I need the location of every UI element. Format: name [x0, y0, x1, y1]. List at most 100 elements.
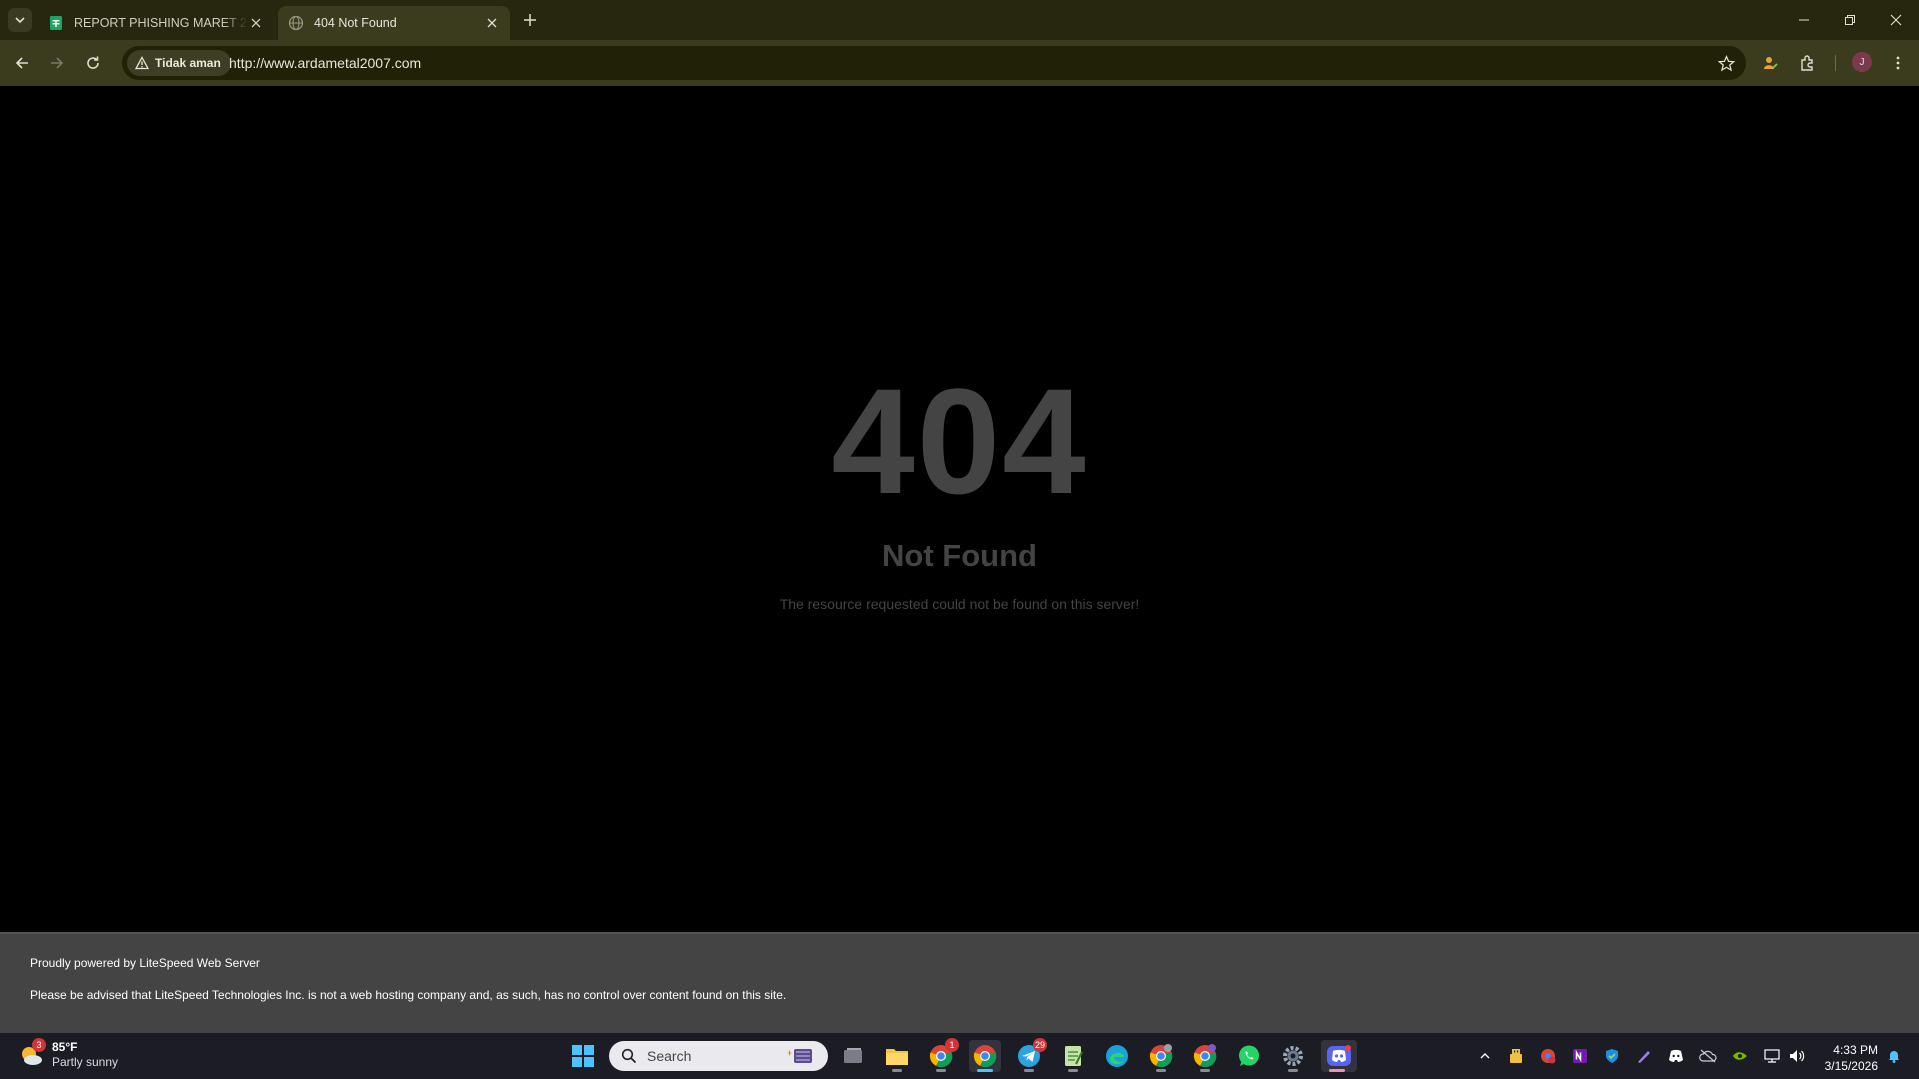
tray-onenote[interactable]	[1570, 1046, 1590, 1066]
plus-icon	[524, 14, 536, 26]
nvidia-icon	[1733, 1052, 1747, 1060]
chevron-down-icon	[15, 17, 25, 24]
minimize-icon	[1799, 19, 1809, 21]
back-button[interactable]	[8, 49, 36, 77]
tray-network[interactable]	[1762, 1046, 1782, 1066]
server-footer: Proudly powered by LiteSpeed Web Server …	[0, 932, 1919, 1033]
task-view-icon	[844, 1048, 862, 1063]
shield-icon	[1606, 1049, 1618, 1063]
whatsapp-icon	[1239, 1045, 1259, 1066]
close-icon[interactable]	[484, 15, 500, 31]
url-text[interactable]: http://www.ardametal2007.com	[229, 55, 421, 71]
close-icon[interactable]	[248, 15, 264, 31]
taskbar: 3 85°F Partly sunny Search 1 29 4:33 PM …	[0, 1033, 1919, 1079]
restore-icon	[1845, 15, 1855, 25]
tray-volume[interactable]	[1787, 1046, 1807, 1066]
address-bar[interactable]: Tidak aman http://www.ardametal2007.com	[122, 46, 1746, 80]
active-indicator	[977, 1069, 993, 1072]
clock-date: 3/15/2026	[1824, 1059, 1878, 1073]
tray-overflow-button[interactable]	[1475, 1046, 1495, 1066]
notification-badge: 29	[1032, 1038, 1047, 1052]
running-indicator	[1024, 1069, 1034, 1072]
extension-button[interactable]	[1758, 51, 1782, 75]
extensions-button[interactable]	[1796, 51, 1820, 75]
search-placeholder: Search	[647, 1048, 692, 1064]
taskbar-clock[interactable]: 4:33 PM 3/15/2026	[1814, 1042, 1878, 1074]
page-content: 404 Not Found The resource requested cou…	[0, 86, 1919, 932]
toolbar-divider	[1835, 55, 1836, 71]
security-label: Tidak aman	[155, 56, 221, 70]
taskbar-search[interactable]: Search	[609, 1041, 828, 1071]
restore-button[interactable]	[1827, 0, 1873, 40]
speaker-icon	[1790, 1050, 1805, 1062]
running-indicator	[1156, 1069, 1166, 1072]
tab-report-phishing[interactable]: REPORT PHISHING MARET 2026	[38, 6, 274, 40]
active-indicator	[1329, 1069, 1345, 1072]
weather-badge: 3	[32, 1038, 46, 1052]
taskbar-app-settings[interactable]	[1277, 1040, 1309, 1072]
notification-badge: 1	[945, 1038, 959, 1052]
footer-disclaimer: Please be advised that LiteSpeed Technol…	[30, 988, 787, 1002]
close-icon	[1890, 14, 1902, 26]
task-view-button[interactable]	[837, 1040, 869, 1072]
chrome-icon	[973, 1045, 997, 1068]
star-icon	[1717, 54, 1735, 71]
tray-onedrive[interactable]	[1698, 1046, 1718, 1066]
tab-404-not-found[interactable]: 404 Not Found	[278, 6, 510, 40]
weather-icon: 3	[18, 1038, 46, 1068]
weather-widget[interactable]: 3 85°F Partly sunny	[18, 1038, 118, 1070]
edge-icon	[1106, 1045, 1128, 1067]
browser-titlebar: REPORT PHISHING MARET 2026 404 Not Found	[0, 0, 1919, 40]
taskbar-app-chrome-profile-3[interactable]	[1189, 1040, 1221, 1072]
error-code: 404	[831, 357, 1088, 525]
running-indicator	[936, 1069, 946, 1072]
cloud-off-icon	[1699, 1049, 1717, 1063]
tray-defender[interactable]	[1602, 1046, 1622, 1066]
taskbar-app-edge[interactable]	[1101, 1040, 1133, 1072]
clock-time: 4:33 PM	[1833, 1043, 1878, 1057]
close-window-button[interactable]	[1873, 0, 1919, 40]
search-highlight-icon	[787, 1049, 812, 1063]
profile-avatar[interactable]: J	[1852, 52, 1872, 72]
new-tab-button[interactable]	[518, 8, 542, 32]
usb-icon	[1510, 1049, 1522, 1063]
taskbar-app-telegram[interactable]: 29	[1013, 1038, 1047, 1072]
tray-usb-device[interactable]	[1506, 1046, 1526, 1066]
file-explorer-icon	[886, 1049, 908, 1065]
tray-pen[interactable]	[1634, 1046, 1654, 1066]
tray-nvidia[interactable]	[1730, 1046, 1750, 1066]
reload-button[interactable]	[79, 49, 107, 77]
taskbar-app-notepad[interactable]	[1057, 1040, 1089, 1072]
kebab-menu-icon	[1896, 56, 1900, 70]
search-icon	[621, 1048, 637, 1064]
bookmark-button[interactable]	[1716, 53, 1736, 73]
arrow-right-icon	[51, 57, 64, 69]
taskbar-app-chrome[interactable]: 1	[925, 1038, 959, 1072]
error-block: 404 Not Found The resource requested cou…	[0, 366, 1919, 612]
arrow-left-icon	[15, 57, 28, 69]
chrome-icon	[1193, 1044, 1217, 1068]
menu-button[interactable]	[1886, 51, 1910, 75]
bell-icon	[1889, 1051, 1899, 1063]
tab-search-button[interactable]	[8, 8, 32, 32]
chrome-icon	[1149, 1044, 1173, 1068]
forward-button[interactable]	[43, 49, 71, 77]
taskbar-app-chrome-profile-2[interactable]	[1145, 1040, 1177, 1072]
taskbar-app-whatsapp[interactable]	[1233, 1040, 1265, 1072]
notification-center-button[interactable]	[1884, 1046, 1904, 1066]
start-button[interactable]	[572, 1045, 594, 1067]
site-security-chip[interactable]: Tidak aman	[127, 50, 231, 76]
minimize-button[interactable]	[1781, 0, 1827, 40]
globe-icon	[288, 15, 304, 31]
taskbar-app-discord[interactable]	[1321, 1040, 1357, 1072]
sheets-icon	[50, 16, 62, 30]
taskbar-app-file-explorer[interactable]	[881, 1040, 913, 1072]
tray-discord[interactable]	[1666, 1046, 1686, 1066]
tray-app-chrome[interactable]	[1538, 1046, 1558, 1066]
puzzle-icon	[1801, 55, 1813, 71]
taskbar-app-chrome-active[interactable]	[969, 1040, 1001, 1072]
onenote-icon	[1573, 1049, 1587, 1063]
error-message: The resource requested could not be foun…	[779, 596, 1140, 612]
warning-icon	[135, 56, 149, 70]
running-indicator	[892, 1069, 902, 1072]
